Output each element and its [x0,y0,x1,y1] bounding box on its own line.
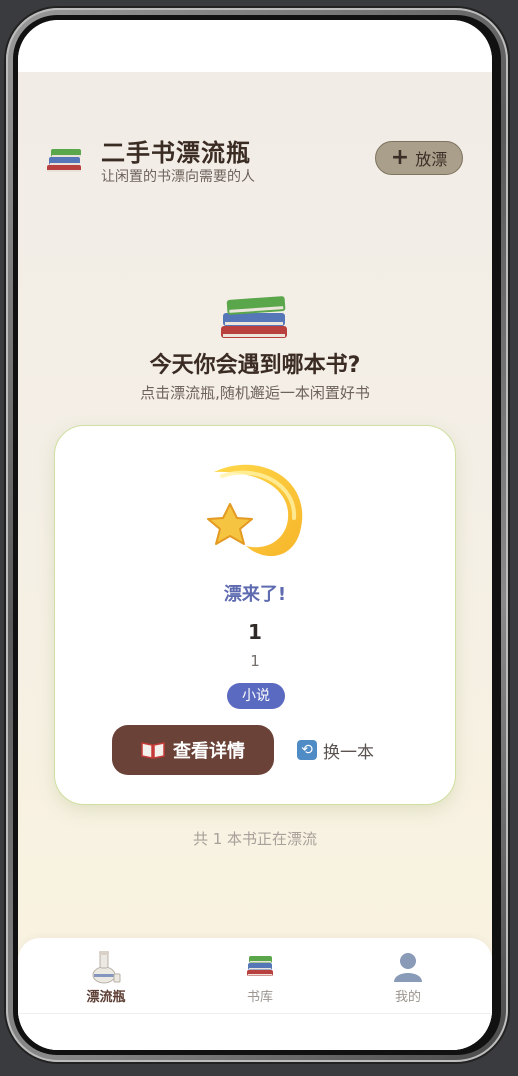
refresh-icon: ⟲ [297,740,317,760]
open-book-icon [141,742,165,759]
swap-book-label: 换一本 [323,742,374,763]
view-details-label: 查看详情 [173,741,245,762]
app-title: 二手书漂流瓶 [101,139,251,167]
person-silhouette-icon [394,953,422,982]
nav-label-bottle: 漂流瓶 [86,990,126,1005]
nav-divider [18,1013,492,1014]
books-stack-icon [247,956,273,976]
books-stack-icon [47,149,81,172]
app-subtitle: 让闲置的书漂向需要的人 [101,169,255,185]
book-card[interactable]: 漂来了! 1 1 小说 查看详情 ⟲ 换一本 [54,425,456,805]
hero-subtitle: 点击漂流瓶,随机邂逅一本闲置好书 [140,384,370,402]
arrived-text: 漂来了! [223,584,287,605]
nav-label-profile: 我的 [394,990,421,1005]
view-details-button[interactable]: 查看详情 [112,725,274,775]
shooting-star-icon [207,464,303,557]
book-title: 1 [248,620,262,644]
swap-book-button[interactable]: ⟲ 换一本 [297,737,374,763]
nav-item-profile[interactable]: 我的 [358,948,458,1010]
app-screen: 二手书漂流瓶 让闲置的书漂向需要的人 + 放漂 今天你会遇到哪本书? 点击漂流瓶… [18,20,492,1050]
nav-label-library: 书库 [246,990,273,1005]
books-stack-icon [221,296,287,338]
hero-title: 今天你会遇到哪本书? [149,353,361,378]
plus-icon: + [390,145,410,170]
drop-book-label: 放漂 [415,150,448,169]
bottom-nav: 漂流瓶 书库 我的 [18,938,492,1050]
nav-item-bottle[interactable]: 漂流瓶 [56,948,156,1010]
drifting-count: 共 1 本书正在漂流 [192,830,318,848]
genre-tag: 小说 [227,683,285,709]
book-author: 1 [250,652,260,670]
status-area [18,20,492,72]
drop-book-button[interactable]: + 放漂 [375,141,463,175]
nav-item-library[interactable]: 书库 [210,948,310,1010]
sake-bottle-icon [92,951,121,984]
